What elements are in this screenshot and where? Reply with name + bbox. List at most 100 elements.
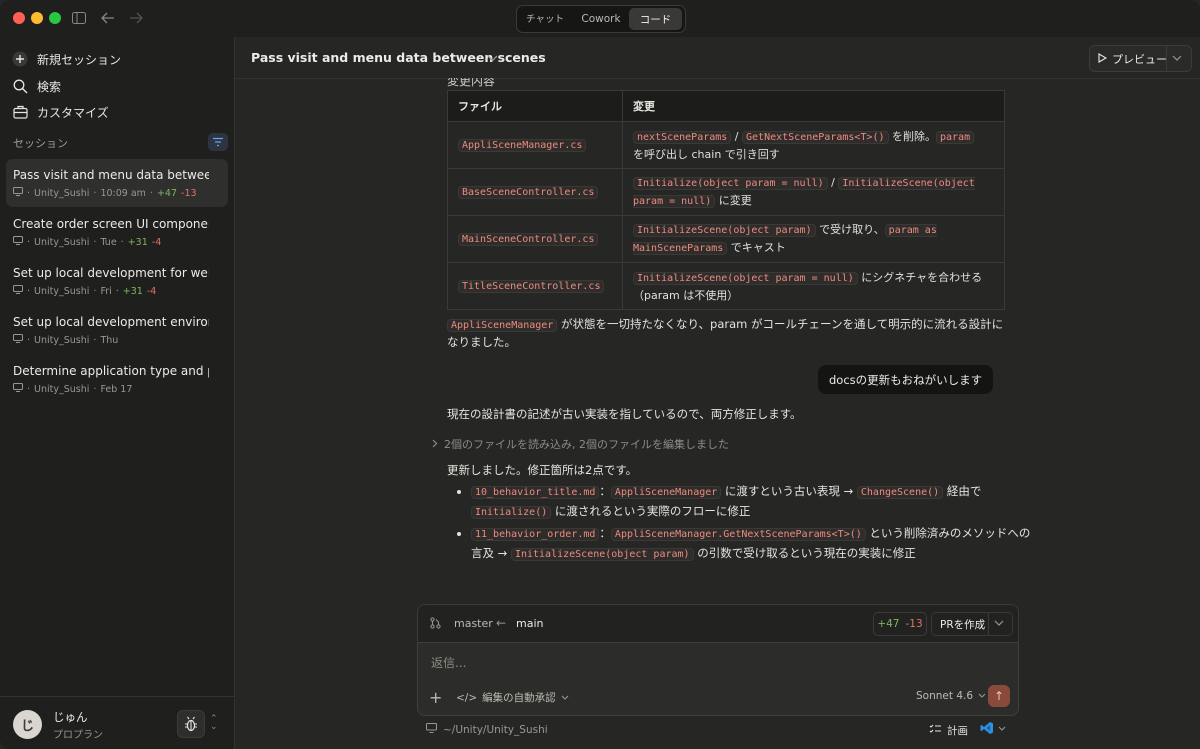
play-icon: [1098, 52, 1108, 66]
tab-code[interactable]: コード: [629, 8, 682, 30]
list-item: 10_behavior_title.md：AppliSceneManager に…: [471, 482, 1031, 522]
plan-button[interactable]: 計画: [929, 723, 968, 738]
monitor-icon: [13, 187, 23, 199]
session-title: Create order screen UI component setup: [13, 217, 209, 231]
chevron-down-icon[interactable]: [994, 616, 1004, 630]
session-title: Pass visit and menu data between scenes: [13, 168, 209, 182]
session-meta: · Unity_Sushi · 10:09 am · +47 -13: [13, 187, 197, 199]
app-window: チャット Cowork コード 新規セッション 検索 カスタマイズ セッション: [0, 0, 1200, 749]
briefcase-icon: [12, 104, 28, 120]
tab-chat[interactable]: チャット: [520, 8, 570, 30]
back-arrow-icon[interactable]: [98, 9, 118, 27]
bug-icon[interactable]: [177, 710, 205, 738]
chevron-down-icon[interactable]: [487, 51, 498, 65]
session-meta: · Unity_Sushi · Thu: [13, 334, 118, 346]
arrow-up-icon: ↑: [993, 689, 1005, 703]
session-item[interactable]: Create order screen UI component setup ·…: [6, 208, 228, 256]
model-label: Sonnet 4.6: [916, 690, 974, 702]
auto-approve-label: 編集の自動承認: [482, 692, 556, 704]
session-time: Thu: [100, 334, 119, 346]
file-name: TitleSceneController.cs: [458, 280, 605, 293]
session-title: Set up local development environment: [13, 315, 209, 329]
sidebar-toggle-icon[interactable]: [69, 9, 89, 27]
account-menu-chevron-icon[interactable]: ⌃ ⌄: [210, 715, 218, 732]
response-done: 更新しました。修正箇所は2点です。: [447, 463, 638, 477]
chevron-right-icon: [432, 438, 438, 451]
create-pr-button[interactable]: PRを作成: [931, 612, 1013, 636]
changes-list: 10_behavior_title.md：AppliSceneManager に…: [463, 482, 1031, 566]
account-footer: じ じゅん プロプラン ⌃ ⌄: [0, 696, 234, 749]
close-window-button[interactable]: [13, 12, 25, 24]
file-name: AppliSceneManager.cs: [458, 139, 587, 152]
sessions-section-label: セッション: [13, 137, 68, 150]
table-row: AppliSceneManager.cs nextSceneParams / G…: [447, 121, 1005, 169]
tool-summary-toggle[interactable]: 2個のファイルを読み込み, 2個のファイルを編集しました: [432, 436, 729, 452]
session-removed: -13: [181, 187, 197, 199]
branch-from[interactable]: master: [454, 617, 493, 630]
create-pr-label: PRを作成: [940, 619, 986, 631]
session-item[interactable]: Determine application type and purpose ·…: [6, 355, 228, 403]
branch-to[interactable]: main: [516, 617, 543, 630]
session-project: Unity_Sushi: [34, 334, 90, 346]
new-session-label: 新規セッション: [37, 52, 122, 67]
customize-label: カスタマイズ: [37, 105, 109, 120]
monitor-icon: [13, 236, 23, 248]
diff-stat-button[interactable]: +47 -13: [873, 612, 927, 636]
session-time: Tue: [100, 236, 117, 248]
table-row: TitleSceneController.cs InitializeScene(…: [447, 262, 1005, 310]
session-time: Fri: [100, 285, 112, 297]
monitor-icon: [13, 334, 23, 346]
attach-plus-icon[interactable]: +: [429, 688, 442, 707]
preview-button[interactable]: プレビュー: [1089, 45, 1192, 72]
user-message: docsの更新もおねがいします: [818, 365, 994, 394]
user-plan: プロプラン: [53, 730, 103, 741]
session-meta: · Unity_Sushi · Feb 17: [13, 383, 132, 395]
conversation-title[interactable]: Pass visit and menu data between scenes: [251, 50, 546, 65]
model-selector[interactable]: Sonnet 4.6: [916, 690, 986, 702]
table-header-row: ファイル 変更: [447, 90, 1005, 122]
avatar[interactable]: じ: [13, 710, 42, 739]
monitor-icon: [13, 383, 23, 395]
chevron-down-icon: [998, 724, 1006, 735]
composer: + </> 編集の自動承認 Sonnet 4.6 ↑: [417, 642, 1019, 716]
changes-table: ファイル 変更 AppliSceneManager.cs nextScenePa…: [447, 90, 1005, 310]
file-name: BaseSceneController.cs: [458, 186, 599, 199]
new-session-button[interactable]: 新規セッション: [12, 49, 121, 69]
open-in-vscode-button[interactable]: [980, 721, 1006, 738]
conversation-content: 変更内容 ファイル 変更 AppliSceneManager.cs nextSc…: [235, 78, 1200, 749]
monitor-icon: [13, 285, 23, 297]
session-item[interactable]: Set up local development environment ·Un…: [6, 306, 228, 354]
session-time: 10:09 am: [100, 187, 146, 199]
reply-input[interactable]: [429, 655, 993, 671]
session-added: +47: [156, 187, 178, 199]
table-row: MainSceneController.cs InitializeScene(o…: [447, 215, 1005, 263]
session-item[interactable]: Pass visit and menu data between scenes …: [6, 159, 228, 207]
code-icon: </>: [456, 691, 478, 704]
left-arrow-icon: ←: [496, 616, 507, 630]
session-project: Unity_Sushi: [34, 236, 90, 248]
working-directory[interactable]: ~/Unity/Unity_Sushi: [426, 723, 548, 736]
list-item: 11_behavior_order.md：AppliSceneManager.G…: [471, 524, 1031, 564]
response-intro: 現在の設計書の記述が古い実装を指しているので、両方修正します。: [447, 407, 802, 421]
session-item[interactable]: Set up local development for web order ·…: [6, 257, 228, 305]
tool-summary-text: 2個のファイルを読み込み, 2個のファイルを編集しました: [444, 438, 729, 451]
plus-icon: [12, 51, 28, 67]
forward-arrow-icon[interactable]: [126, 9, 146, 27]
working-directory-path: ~/Unity/Unity_Sushi: [443, 723, 548, 736]
session-meta: · Unity_Sushi · Fri · +31 -4: [13, 285, 156, 297]
send-button[interactable]: ↑: [988, 685, 1010, 707]
maximize-window-button[interactable]: [49, 12, 61, 24]
filter-icon[interactable]: [208, 133, 228, 151]
chevron-down-icon: [978, 690, 986, 702]
summary-paragraph: AppliSceneManager が状態を一切持たなくなり、param がコー…: [447, 317, 1004, 349]
search-button[interactable]: 検索: [12, 76, 61, 96]
preview-label: プレビュー: [1112, 53, 1167, 66]
auto-approve-dropdown[interactable]: </> 編集の自動承認: [456, 690, 569, 705]
session-removed: -4: [151, 236, 162, 248]
chevron-down-icon[interactable]: [1172, 51, 1182, 65]
minimize-window-button[interactable]: [31, 12, 43, 24]
tab-cowork[interactable]: Cowork: [574, 8, 628, 30]
session-time: Feb 17: [100, 383, 133, 395]
vscode-icon: [980, 721, 994, 738]
customize-button[interactable]: カスタマイズ: [12, 102, 109, 122]
